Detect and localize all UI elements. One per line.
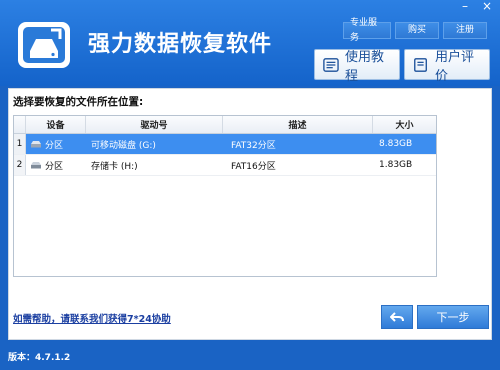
tutorial-label: 使用教程	[344, 49, 384, 84]
device-cell: 分区	[26, 155, 86, 175]
document-icon	[414, 57, 427, 72]
drive-table: 设备 驱动号 描述 大小 1 分区 可移动磁盘 (G:) FAT32分区 8.8…	[13, 115, 437, 277]
table-row[interactable]: 2 分区 存储卡 (H:) FAT16分区 1.83GB	[14, 155, 436, 176]
index-column-header	[14, 116, 26, 133]
app-title: 强力数据恢复软件	[88, 32, 273, 57]
column-header-device[interactable]: 设备	[26, 116, 86, 133]
close-icon[interactable]: ×	[477, 0, 497, 14]
version-label: 版本：4.7.1.2	[8, 353, 71, 363]
column-header-description[interactable]: 描述	[223, 116, 373, 133]
description-cell: FAT16分区	[231, 161, 276, 172]
location-prompt: 选择要恢复的文件所在位置:	[13, 96, 144, 108]
review-label: 用户评价	[434, 49, 474, 84]
tutorial-button[interactable]: 使用教程	[314, 49, 400, 84]
description-cell: FAT32分区	[231, 140, 276, 151]
device-label: 分区	[45, 161, 64, 172]
register-button[interactable]: 注册	[443, 22, 487, 39]
row-index: 1	[14, 134, 26, 154]
table-row[interactable]: 1 分区 可移动磁盘 (G:) FAT32分区 8.83GB	[14, 134, 436, 155]
pro-service-button[interactable]: 专业服务	[343, 18, 391, 43]
size-cell: 8.83GB	[379, 139, 413, 149]
review-button[interactable]: 用户评价	[404, 49, 490, 84]
hard-drive-icon	[31, 141, 41, 148]
device-cell: 分区	[26, 134, 86, 154]
drive-cell: 可移动磁盘 (G:)	[91, 140, 156, 151]
buy-button[interactable]: 购买	[395, 22, 439, 39]
table-header: 设备 驱动号 描述 大小	[14, 116, 436, 134]
column-header-drive[interactable]: 驱动号	[86, 116, 223, 133]
size-cell: 1.83GB	[379, 160, 413, 170]
header: 强力数据恢复软件 – × 专业服务 购买 注册 使用教程 用户评价	[0, 0, 500, 86]
book-icon	[323, 57, 339, 72]
next-button[interactable]: 下一步	[417, 305, 489, 329]
top-button-group: 专业服务 购买 注册	[343, 18, 487, 43]
content-panel: 选择要恢复的文件所在位置: 设备 驱动号 描述 大小 1 分区 可移动磁盘 (G…	[8, 88, 492, 340]
column-header-size[interactable]: 大小	[373, 116, 436, 133]
device-label: 分区	[45, 140, 64, 151]
disk-logo-icon	[18, 22, 70, 68]
row-index: 2	[14, 155, 26, 175]
drive-cell: 存储卡 (H:)	[91, 161, 138, 172]
back-arrow-icon	[390, 312, 404, 322]
back-button[interactable]	[381, 305, 413, 329]
minimize-icon[interactable]: –	[455, 0, 475, 14]
app-window: 强力数据恢复软件 – × 专业服务 购买 注册 使用教程 用户评价 选择要恢复的…	[0, 0, 500, 370]
hard-drive-icon	[31, 162, 41, 169]
help-link[interactable]: 如需帮助，请联系我们获得7*24协助	[13, 311, 171, 325]
